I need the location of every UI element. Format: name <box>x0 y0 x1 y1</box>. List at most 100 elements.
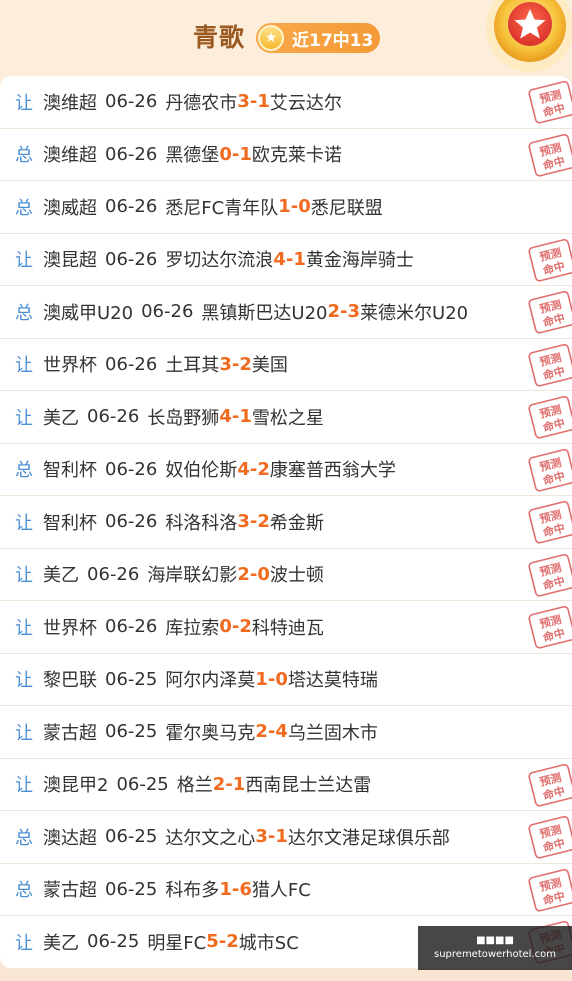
match-row[interactable]: 总澳威超 06-26 悉尼FC青年队 1 - 0 悉尼联盟 <box>0 181 572 234</box>
away-score: 6 <box>239 878 252 900</box>
prediction-type-tag: 让 <box>15 932 33 954</box>
away-score: 0 <box>298 196 311 218</box>
home-score: 2 <box>255 721 268 743</box>
home-team: 明星FC <box>147 932 207 954</box>
home-team: 库拉索 <box>165 617 220 639</box>
match-date: 06-25 <box>116 773 169 795</box>
score-separator: - <box>267 826 276 848</box>
match-date: 06-26 <box>105 458 158 480</box>
watermark: ■■■■ suprem​etowerhotel.com <box>418 926 572 970</box>
match-row[interactable]: 总蒙古超 06-25 科布多 1 - 6 猎人FC 预测 命中 <box>0 864 572 916</box>
match-row[interactable]: 让智利杯 06-26 科洛科洛 3 - 2 希金斯 预测 命中 <box>0 496 572 549</box>
header: 青歌 ★ 近17中13 <box>0 0 572 76</box>
score-separator: - <box>249 511 258 533</box>
score-separator: - <box>231 353 240 375</box>
prediction-type-tag: 让 <box>15 617 33 639</box>
match-row[interactable]: 让世界杯 06-26 土耳其 3 - 2 美国 预测 命中 <box>0 339 572 391</box>
home-team: 霍尔奥马克 <box>165 722 256 744</box>
match-row[interactable]: 总澳维超 06-26 黑德堡 0 - 1 欧克莱卡诺 预测 命中 <box>0 129 572 181</box>
prediction-hit-stamp: 预测命中 <box>528 501 572 544</box>
prediction-hit-stamp: 预测命中 <box>528 238 572 282</box>
prediction-type-tag: 总 <box>15 197 33 219</box>
prediction-type-tag: 总 <box>15 827 33 849</box>
match-row[interactable]: 总澳达超 06-25 达尔文之心 3 - 1 达尔文港足球俱乐部 预测 命中 <box>0 811 572 864</box>
away-score: 0 <box>275 668 288 690</box>
match-date: 06-26 <box>105 353 158 375</box>
home-team: 丹德农市 <box>165 92 238 114</box>
league-name: 美乙 <box>43 407 79 429</box>
match-row[interactable]: 让美乙 06-26 长岛野狮 4 - 1 雪松之星 预测 命中 <box>0 391 572 444</box>
home-score: 0 <box>219 143 232 165</box>
prediction-hit-stamp: 预测命中 <box>528 448 572 492</box>
league-name: 美乙 <box>43 932 79 954</box>
away-score: 1 <box>257 91 270 113</box>
score-separator: - <box>225 773 233 795</box>
home-score: 3 <box>237 91 250 113</box>
league-name: 澳昆超 <box>43 250 97 272</box>
match-row[interactable]: 让蒙古超 06-25 霍尔奥马克 2 - 4 乌兰固木市 <box>0 706 572 759</box>
match-row[interactable]: 让美乙 06-26 海岸联幻影 2 - 0 波士顿 预测 命中 <box>0 549 572 601</box>
score-separator: - <box>285 248 294 270</box>
record-badge: ★ 近17中13 <box>256 23 380 53</box>
match-date: 06-26 <box>87 406 140 428</box>
match-date: 06-26 <box>87 563 140 585</box>
home-score: 2 <box>212 773 226 795</box>
prediction-list: 让澳维超 06-26 丹德农市 3 - 1 艾云达尔 预测 命中总澳维超 06-26 黑德堡 0 … <box>0 76 572 969</box>
away-score: 2 <box>239 616 252 638</box>
home-score: 1 <box>255 668 268 690</box>
prediction-type-tag: 让 <box>15 565 33 587</box>
prediction-hit-stamp: 预测命中 <box>528 606 572 649</box>
away-team: 雪松之星 <box>251 407 324 429</box>
prediction-hit-stamp: 预测命中 <box>528 396 572 439</box>
home-team: 罗切达尔流浪 <box>165 250 274 272</box>
away-team: 艾云达尔 <box>269 92 342 114</box>
footer-strip <box>0 969 572 981</box>
score-separator: - <box>267 721 276 743</box>
home-score: 4 <box>273 248 286 270</box>
prediction-type-tag: 让 <box>15 670 33 692</box>
match-date: 06-26 <box>105 616 158 638</box>
score-separator: - <box>267 668 276 690</box>
league-name: 澳维超 <box>43 145 97 167</box>
home-team: 长岛野狮 <box>147 407 220 429</box>
match-row[interactable]: 让澳维超 06-26 丹德农市 3 - 1 艾云达尔 预测 命中 <box>0 76 572 129</box>
match-date: 06-26 <box>141 301 194 323</box>
home-score: 2 <box>237 563 250 585</box>
away-score: 4 <box>275 721 288 743</box>
home-score: 3 <box>219 353 232 375</box>
league-name: 澳达超 <box>43 827 97 849</box>
match-date: 06-26 <box>105 143 158 165</box>
prediction-type-tag: 总 <box>15 145 33 167</box>
home-team: 科洛科洛 <box>165 512 238 534</box>
match-date: 06-26 <box>105 91 158 113</box>
medal-icon <box>486 0 572 72</box>
away-score: 2 <box>257 511 270 533</box>
match-row[interactable]: 总智利杯 06-26 奴伯伦斯 4 - 2 康塞普西翁大学 预测 命中 <box>0 444 572 496</box>
away-score: 2 <box>226 931 239 953</box>
prediction-hit-stamp: 预测命中 <box>528 763 572 807</box>
home-team: 黑镇斯巴达U20 <box>201 302 328 324</box>
away-team: 希金斯 <box>269 512 324 534</box>
match-row[interactable]: 让黎巴联 06-25 阿尔内泽莫 1 - 0 塔达莫特瑞 <box>0 654 572 706</box>
away-score: 2 <box>257 458 270 480</box>
home-score: 1 <box>219 878 232 900</box>
away-team: 悉尼联盟 <box>310 197 383 219</box>
home-team: 黑德堡 <box>165 145 220 167</box>
expert-name[interactable]: 青歌 <box>193 18 245 54</box>
league-name: 蒙古超 <box>43 880 97 902</box>
away-team: 美国 <box>251 355 288 377</box>
prediction-hit-stamp: 预测命中 <box>528 343 572 387</box>
match-row[interactable]: 让澳昆甲2 06-25 格兰 2 - 1 西南昆士兰达雷 预测 命中 <box>0 759 572 811</box>
match-row[interactable]: 让澳昆超 06-26 罗切达尔流浪 4 - 1 黄金海岸骑士 预测 命中 <box>0 234 572 286</box>
away-team: 波士顿 <box>269 565 324 587</box>
prediction-hit-stamp: 预测命中 <box>528 291 572 334</box>
score-separator: - <box>249 91 258 113</box>
away-team: 猎人FC <box>251 880 311 902</box>
match-date: 06-26 <box>105 196 158 218</box>
away-team: 西南昆士兰达雷 <box>245 775 372 797</box>
away-score: 3 <box>347 301 361 323</box>
score-separator: - <box>290 196 299 218</box>
match-row[interactable]: 总澳威甲U20 06-26 黑镇斯巴达U20 2 - 3 莱德米尔U20 预测 命中 <box>0 286 572 339</box>
away-team: 城市SC <box>238 932 299 954</box>
match-row[interactable]: 让世界杯 06-26 库拉索 0 - 2 科特迪瓦 预测 命中 <box>0 601 572 654</box>
